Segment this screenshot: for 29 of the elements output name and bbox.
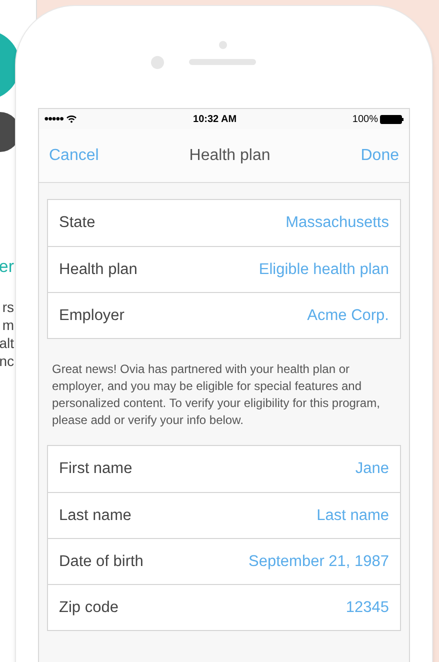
background-text: nc <box>0 352 14 370</box>
field-input[interactable]: Eligible health plan <box>199 258 389 282</box>
field-input[interactable]: Jane <box>199 457 389 481</box>
field-input[interactable]: 12345 <box>199 596 389 620</box>
cancel-button[interactable]: Cancel <box>49 144 99 168</box>
nav-title: Health plan <box>189 146 270 166</box>
speaker-grille <box>189 59 256 65</box>
field-input[interactable]: September 21, 1987 <box>199 550 389 574</box>
field-label: Employer <box>59 306 124 326</box>
done-button[interactable]: Done <box>360 144 399 168</box>
status-time: 10:32 AM <box>193 112 237 126</box>
field-input[interactable]: Acme Corp. <box>199 304 389 328</box>
field-input[interactable]: Massachusetts <box>199 211 389 235</box>
field-input[interactable]: Last name <box>199 504 389 528</box>
field-label: Date of birth <box>59 552 144 572</box>
battery-percent: 100% <box>352 112 378 126</box>
background-text: m <box>2 316 14 334</box>
front-camera <box>151 56 164 69</box>
background-text: rs <box>2 298 14 316</box>
signal-strength: ●●●●● <box>44 113 64 125</box>
wifi-icon <box>66 115 78 123</box>
eligibility-notice: Great news! Ovia has partnered with your health plan or employer, and you may be eligible for special features and personalized content. To verify your eligibility for this program, please add or verify your info below. <box>51 361 381 429</box>
field-label: Last name <box>59 506 132 526</box>
field-label: State <box>59 213 96 234</box>
background-text: alt <box>0 334 14 352</box>
field-label: First name <box>59 459 132 480</box>
field-label: Zip code <box>59 598 118 618</box>
field-label: Health plan <box>59 260 138 280</box>
battery-icon <box>380 114 404 124</box>
